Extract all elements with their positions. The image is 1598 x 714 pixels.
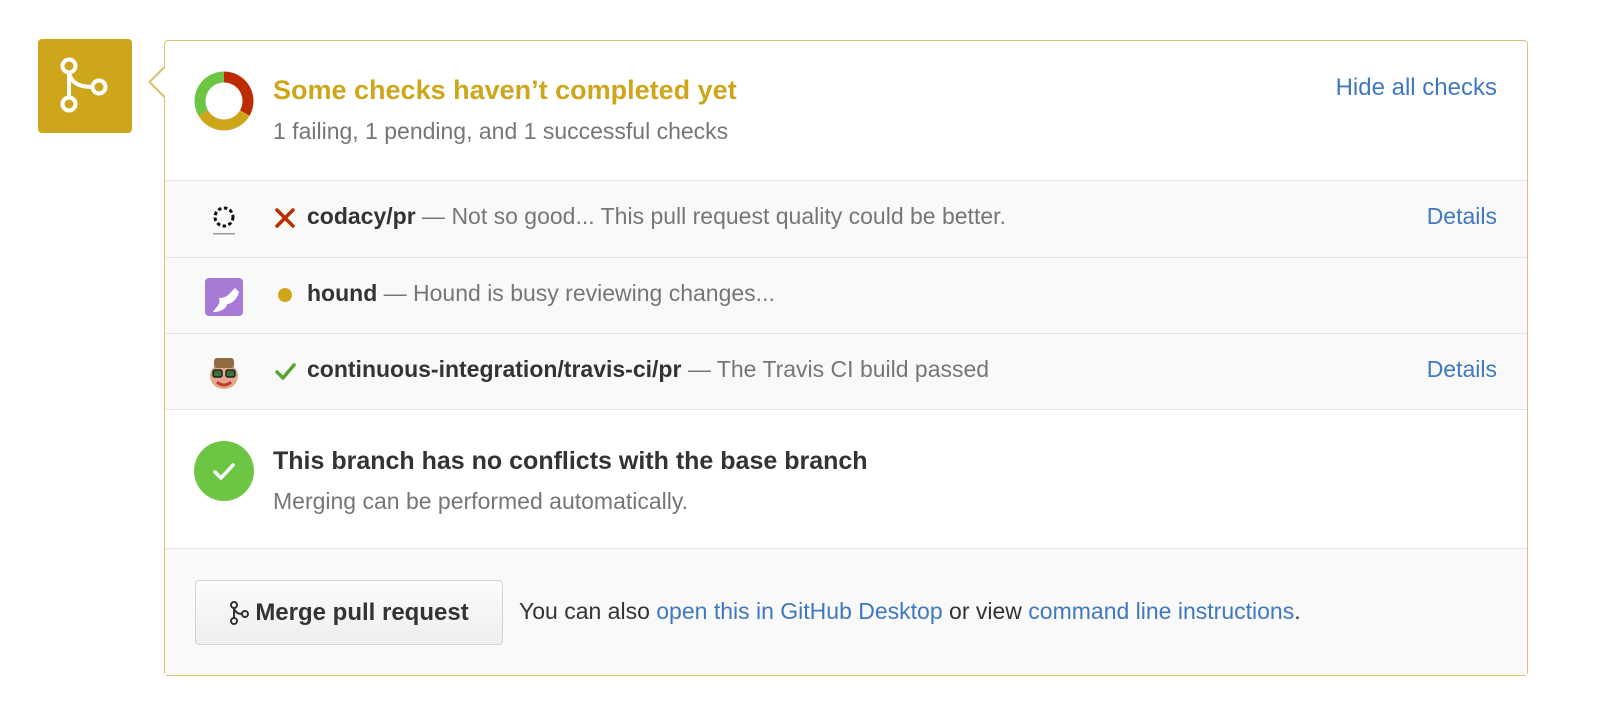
git-merge-status-icon <box>38 39 132 133</box>
merge-conflicts-section: This branch has no conflicts with the ba… <box>165 410 1527 549</box>
conflicts-title: This branch has no conflicts with the ba… <box>273 447 868 475</box>
checks-donut-icon <box>194 71 254 131</box>
note-middle: or view <box>949 598 1022 624</box>
travis-ci-logo-icon <box>210 358 238 389</box>
checks-status-summary: 1 failing, 1 pending, and 1 successful c… <box>273 118 729 144</box>
no-conflicts-check-icon <box>194 441 254 501</box>
note-suffix: . <box>1294 598 1301 624</box>
conflicts-subtitle: Merging can be performed automatically. <box>273 488 689 514</box>
check-name: codacy/pr <box>307 203 416 229</box>
hide-all-checks-link[interactable]: Hide all checks <box>1336 74 1497 102</box>
checks-status-header: Some checks haven’t completed yet 1 fail… <box>165 41 1527 180</box>
check-details-link[interactable]: Details <box>1427 203 1497 230</box>
check-details-link[interactable]: Details <box>1427 356 1497 383</box>
pending-dot-icon <box>273 283 297 307</box>
check-name: continuous-integration/travis-ci/pr <box>307 356 682 382</box>
codacy-logo-icon <box>213 206 235 235</box>
success-check-icon <box>273 359 297 383</box>
merge-alternatives-note: You can also open this in GitHub Desktop… <box>519 598 1301 625</box>
check-row-hound: hound — Hound is busy reviewing changes.… <box>165 257 1527 333</box>
merge-action-area: Merge pull request You can also open thi… <box>165 549 1527 675</box>
command-line-instructions-link[interactable]: command line instructions <box>1028 598 1294 624</box>
hound-logo-icon <box>205 278 243 316</box>
git-merge-icon <box>60 57 108 113</box>
check-text: codacy/pr — Not so good... This pull req… <box>307 203 1006 230</box>
checks-list: codacy/pr — Not so good... This pull req… <box>165 180 1527 410</box>
check-description: Not so good... This pull request quality… <box>451 203 1006 229</box>
check-text: continuous-integration/travis-ci/pr — Th… <box>307 356 989 383</box>
check-separator: — <box>383 280 407 306</box>
check-separator: — <box>687 356 711 382</box>
donut-segment-failing <box>223 71 254 116</box>
merge-pull-request-button[interactable]: Merge pull request <box>195 580 503 645</box>
git-merge-icon <box>229 600 250 626</box>
check-row-travis: continuous-integration/travis-ci/pr — Th… <box>165 333 1527 409</box>
check-description: Hound is busy reviewing changes... <box>413 280 775 306</box>
panel-pointer-fill <box>151 67 166 97</box>
check-row-codacy: codacy/pr — Not so good... This pull req… <box>165 181 1527 257</box>
donut-segment-pending <box>198 109 250 131</box>
failing-x-icon <box>273 206 297 230</box>
note-prefix: You can also <box>519 598 650 624</box>
check-description: The Travis CI build passed <box>716 356 990 382</box>
donut-segment-success <box>194 71 225 116</box>
checks-status-title: Some checks haven’t completed yet <box>273 75 737 105</box>
merge-status-panel: Some checks haven’t completed yet 1 fail… <box>148 40 1528 676</box>
check-separator: — <box>422 203 446 229</box>
open-github-desktop-link[interactable]: open this in GitHub Desktop <box>656 598 942 624</box>
check-text: hound — Hound is busy reviewing changes.… <box>307 280 775 307</box>
check-name: hound <box>307 280 378 306</box>
merge-button-label: Merge pull request <box>255 598 469 626</box>
